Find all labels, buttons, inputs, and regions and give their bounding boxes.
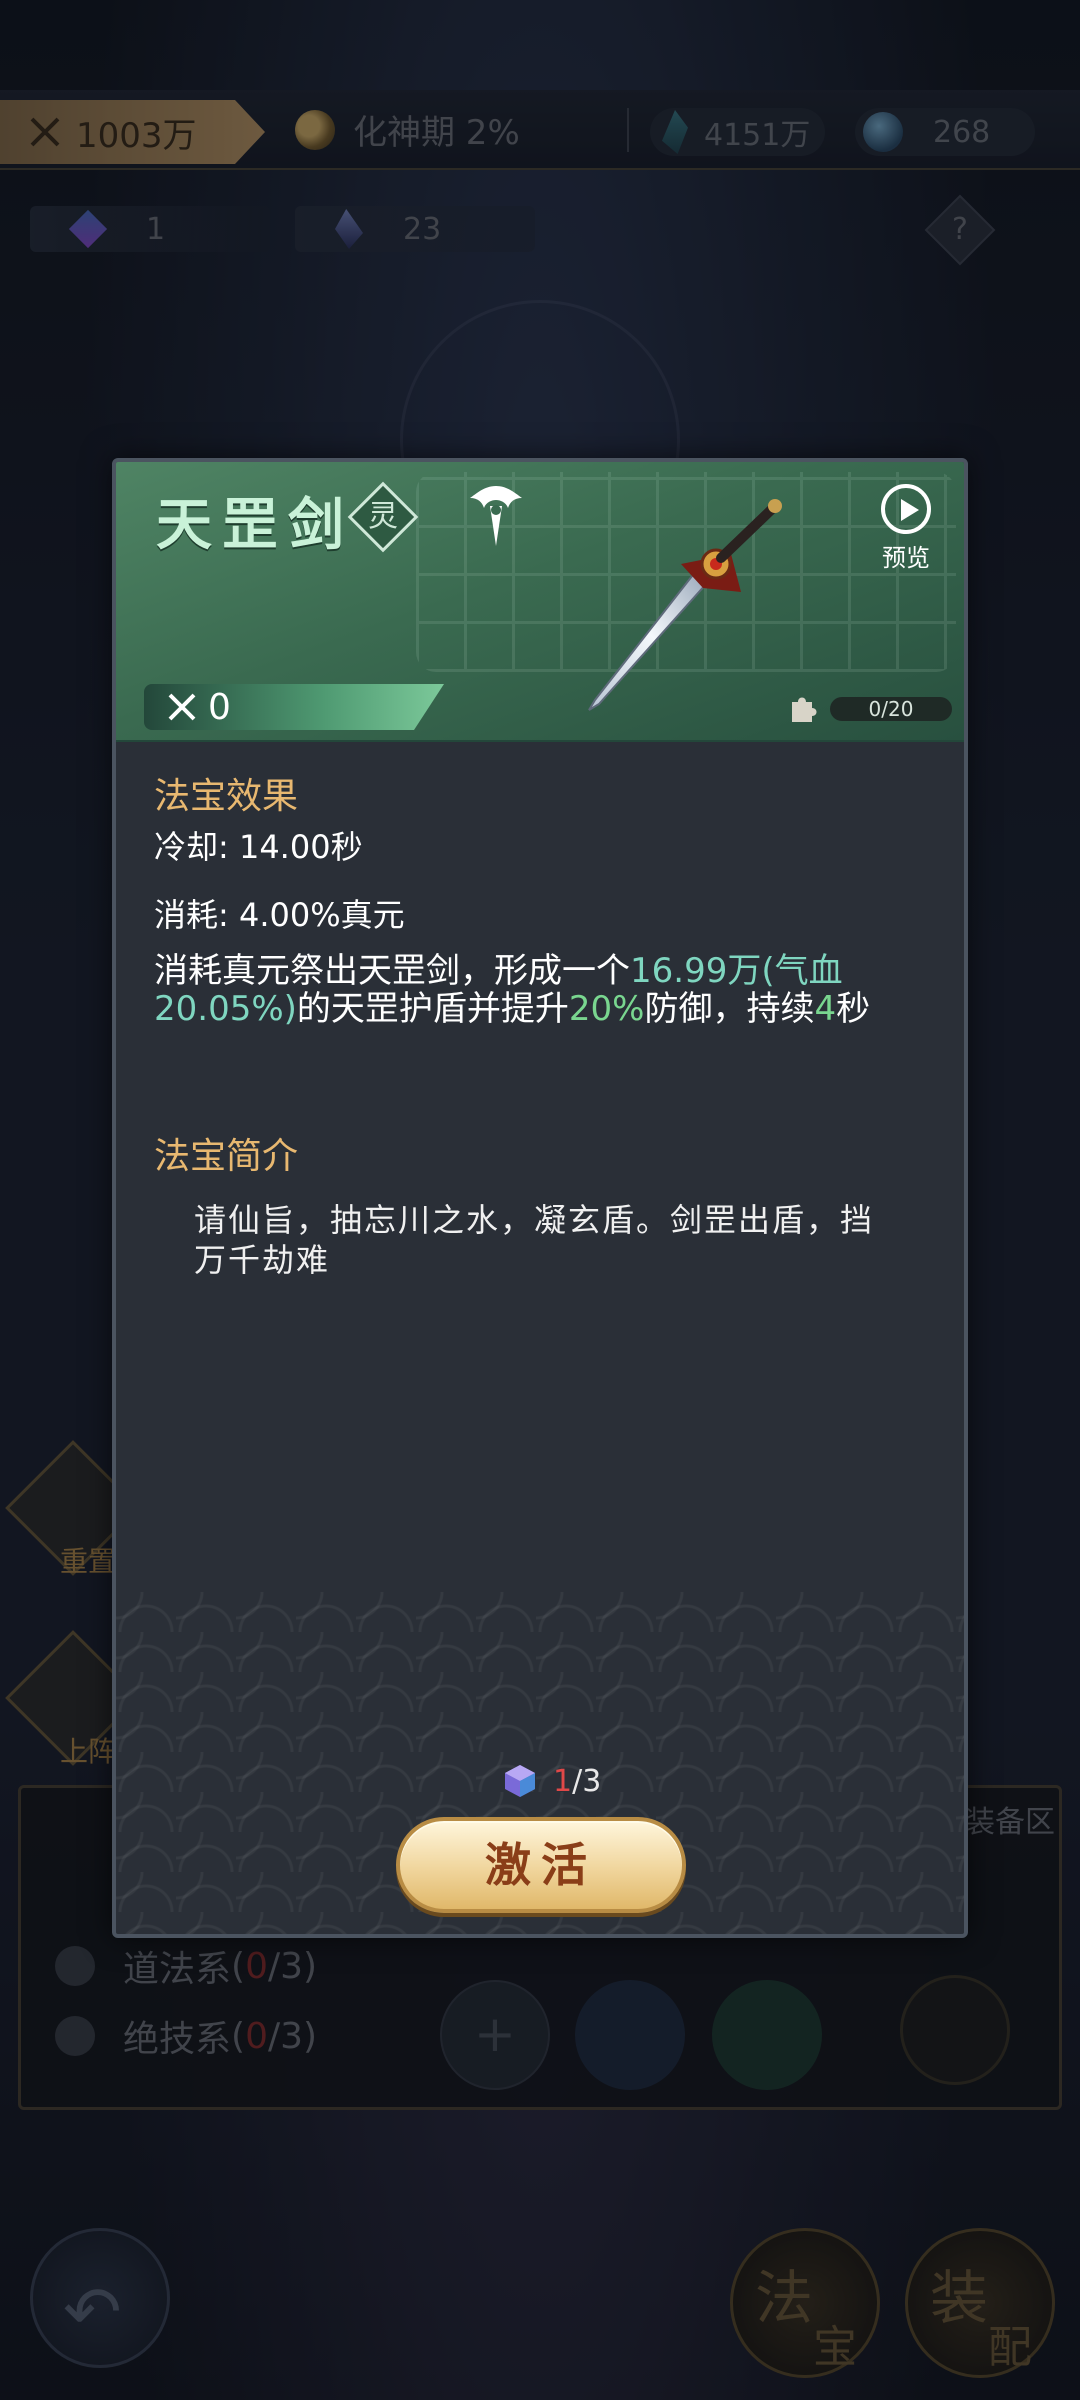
crossed-swords-icon: [168, 693, 196, 721]
activate-button[interactable]: 激活: [396, 1817, 686, 1913]
duration-value: 4: [814, 989, 837, 1029]
cube-icon: [505, 1765, 535, 1797]
fragment-bar: 0/20: [830, 697, 952, 721]
treasure-power-tag: 0: [144, 684, 444, 730]
cost-line: 消耗: 4.00%真元: [154, 896, 405, 934]
effect-section-title: 法宝效果: [154, 776, 299, 817]
desc-text: 的天罡护盾并提升: [296, 989, 569, 1029]
grade-label: 灵: [368, 499, 398, 534]
treasure-name: 天罡剑: [156, 492, 354, 558]
desc-text: 秒: [836, 989, 871, 1029]
owned-count: 1: [553, 1763, 573, 1799]
treasure-detail-modal: 天罡剑 灵 预览 0 0/20 法宝效果 冷却: 14.00秒 消耗: 4.00…: [112, 458, 968, 1938]
treasure-power-value: 0: [208, 686, 231, 728]
intro-text: 请仙旨，抽忘川之水，凝玄盾。剑罡出盾，挡万千劫难: [194, 1201, 875, 1279]
preview-label: 预览: [882, 544, 930, 572]
modal-header: 天罡剑 灵 预览 0 0/20: [116, 462, 964, 742]
sword-illustration: [588, 499, 782, 711]
grade-badge: 灵: [347, 481, 419, 553]
faction-emblem-icon: [470, 486, 522, 546]
cooldown-line: 冷却: 14.00秒: [154, 828, 363, 866]
play-icon: [881, 484, 931, 534]
intro-section-title: 法宝简介: [154, 1136, 299, 1177]
fragment-progress: 0/20: [786, 692, 952, 726]
preview-button[interactable]: 预览: [871, 484, 941, 573]
required-count: /3: [572, 1763, 602, 1799]
desc-text: 消耗真元祭出天罡剑，形成一个: [154, 951, 630, 991]
fragment-count: 0/20: [868, 697, 914, 721]
desc-text: 防御，持续: [644, 989, 815, 1029]
puzzle-piece-icon: [792, 697, 817, 722]
effect-description: 消耗真元祭出天罡剑，形成一个16.99万(气血20.05%)的天罡护盾并提升20…: [154, 952, 874, 1028]
defense-bonus-value: 20%: [568, 989, 645, 1029]
activate-label: 激活: [485, 1838, 597, 1892]
activation-cost: 1/3: [501, 1762, 601, 1800]
